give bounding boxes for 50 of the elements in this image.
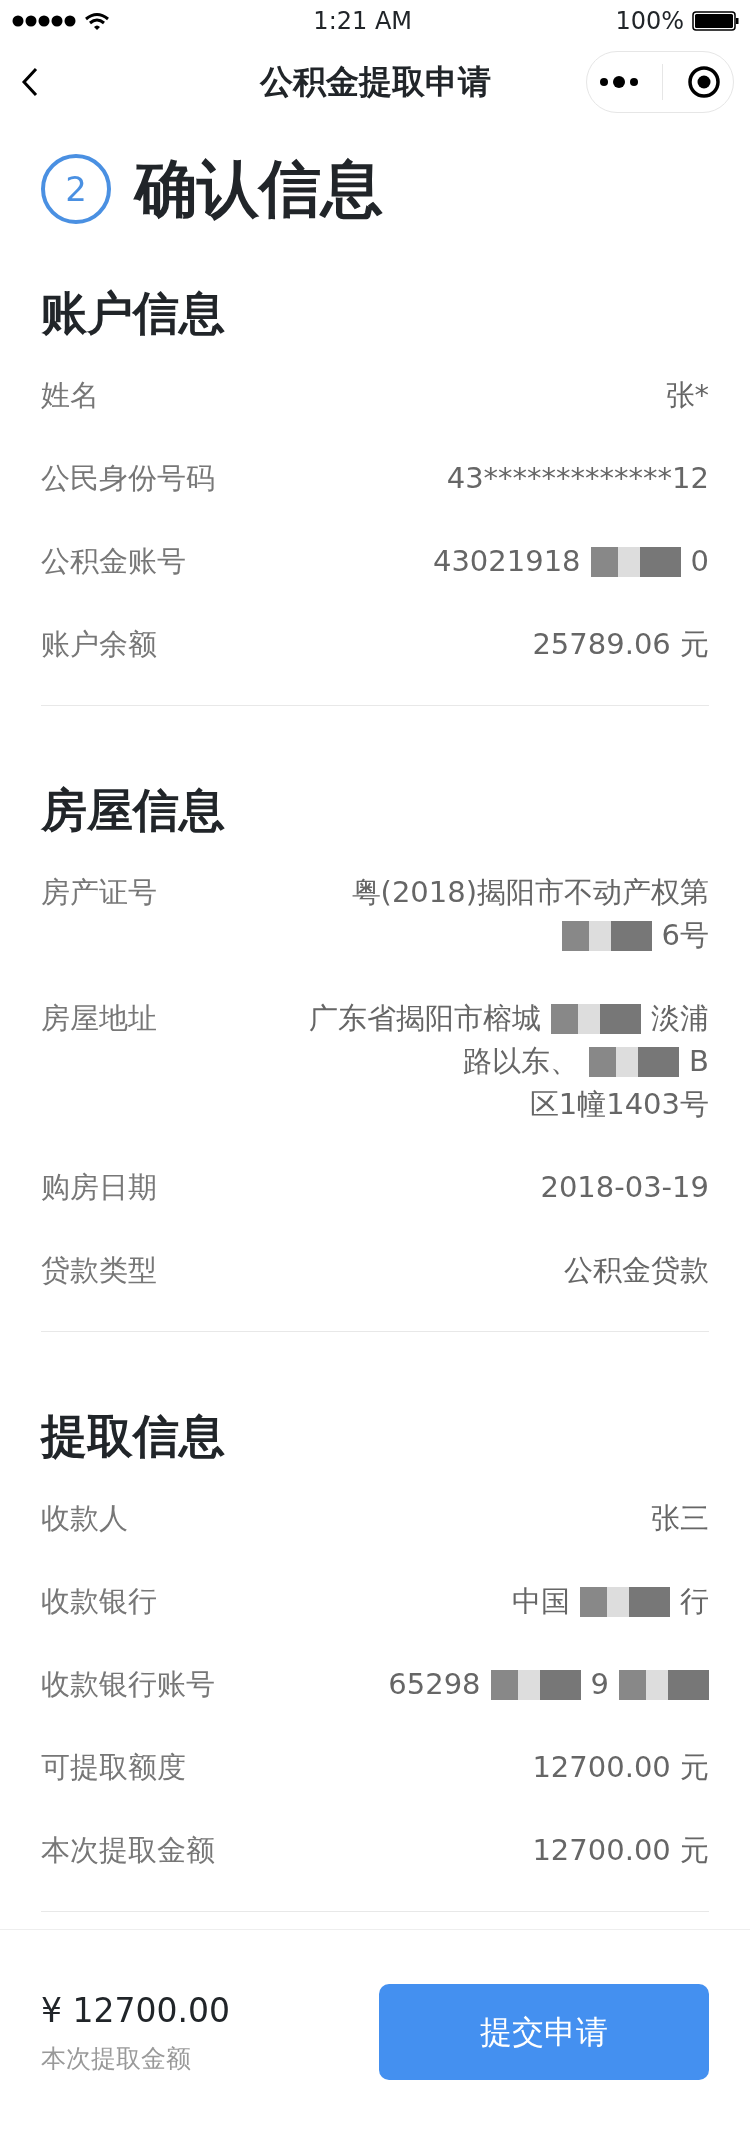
field-value: 区1幢1403号: [529, 1086, 709, 1124]
battery-percent: 100%: [615, 6, 684, 37]
field-value: 25789.06 元: [532, 626, 709, 664]
wifi-icon: [84, 11, 110, 31]
field-label: 账户余额: [41, 626, 157, 664]
field-value: 广东省揭阳市榕城: [309, 1000, 541, 1038]
field-value: 43021918: [432, 543, 581, 581]
back-icon[interactable]: [20, 66, 40, 98]
submit-button[interactable]: 提交申请: [379, 1983, 709, 2080]
field-label: 可提取额度: [41, 1749, 186, 1787]
field-label: 公民身份号码: [41, 460, 215, 498]
field-value: 43*************12: [446, 460, 709, 498]
step-number: 2: [41, 154, 111, 225]
field-label: 贷款类型: [41, 1252, 157, 1290]
field-label: 姓名: [41, 377, 99, 415]
field-value: 张三: [651, 1500, 709, 1538]
battery-icon: [692, 11, 740, 31]
field-value: 12700.00 元: [532, 1832, 709, 1870]
step-title: 确认信息: [135, 152, 383, 227]
field-label: 购房日期: [41, 1169, 157, 1207]
total-amount: ¥ 12700.00: [41, 1990, 230, 2033]
field-value: 中国: [512, 1583, 570, 1621]
field-value: 0: [690, 543, 709, 581]
field-label: 收款人: [41, 1500, 128, 1538]
field-label: 收款银行: [41, 1583, 157, 1621]
field-value: 淡浦: [651, 1000, 709, 1038]
field-value: B: [689, 1043, 709, 1081]
field-value: 路以东、: [463, 1043, 580, 1081]
status-time: 1:21 AM: [313, 6, 412, 37]
section-title: 账户信息: [41, 285, 226, 343]
field-value: 65298: [388, 1666, 481, 1704]
field-value: 2018-03-19: [540, 1169, 709, 1207]
field-label: 公积金账号: [41, 543, 186, 581]
field-value: 6号: [661, 917, 709, 955]
field-label: 本次提取金额: [41, 1832, 215, 1870]
page-title: 公积金提取申请: [258, 61, 492, 104]
section-title: 房屋信息: [41, 782, 226, 840]
amount-caption: 本次提取金额: [41, 2042, 192, 2075]
field-value: 9: [590, 1666, 609, 1704]
close-icon[interactable]: [687, 65, 722, 99]
field-label: 房产证号: [41, 874, 157, 912]
field-label: 收款银行账号: [41, 1666, 215, 1704]
field-value: 12700.00 元: [532, 1749, 709, 1787]
field-value: 张*: [665, 377, 709, 415]
field-label: 房屋地址: [41, 1000, 157, 1038]
section-title: 提取信息: [41, 1408, 226, 1466]
field-value: 行: [680, 1583, 709, 1621]
field-value: 公积金贷款: [564, 1252, 709, 1290]
field-value: 粤(2018)揭阳市不动产权第: [351, 874, 709, 912]
more-icon[interactable]: [598, 75, 639, 89]
